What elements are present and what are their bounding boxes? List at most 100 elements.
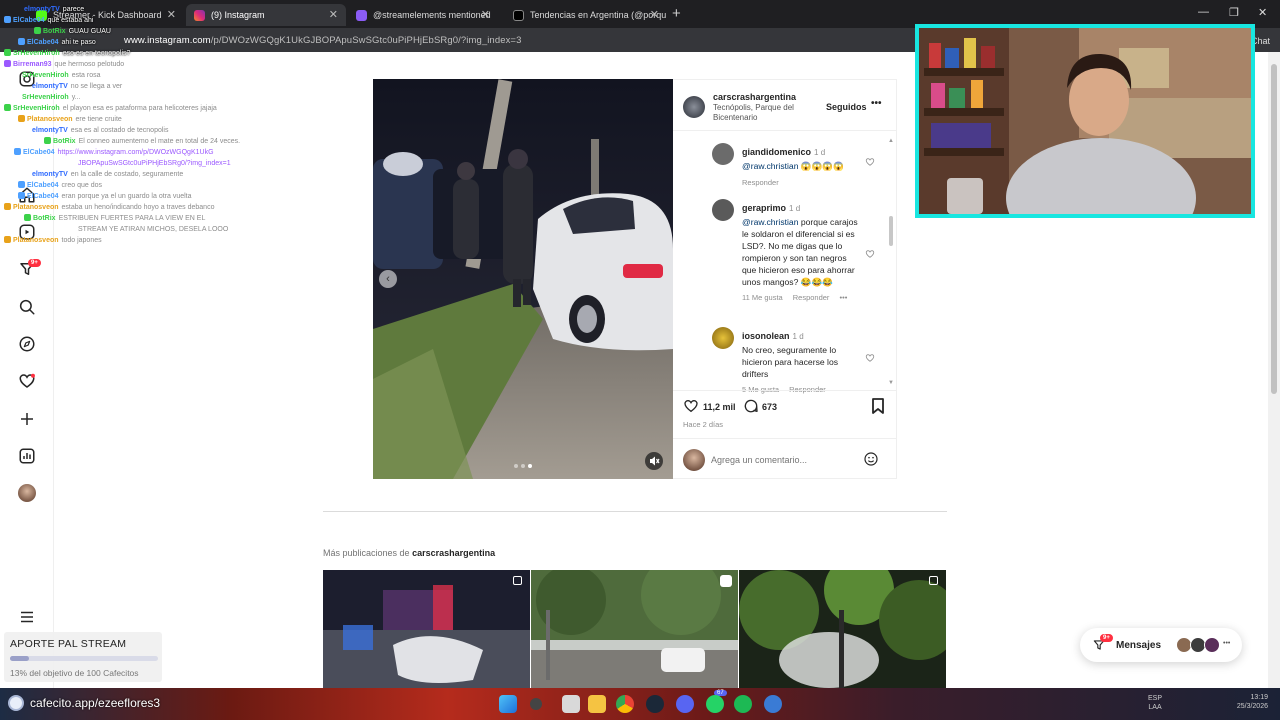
comment-username[interactable]: giandidomenico bbox=[742, 147, 811, 157]
chat-text: esta rosa bbox=[71, 72, 101, 79]
task-view-icon[interactable] bbox=[562, 695, 580, 713]
chat-message: SrHevenHiroh esta rosa bbox=[4, 70, 264, 81]
chrome-icon[interactable] bbox=[616, 695, 634, 713]
comment-mention[interactable]: @raw.christian bbox=[742, 217, 798, 227]
chat-message: JBOPApuSwSGtc0uPiPHjEbSRg0/?img_index=1 bbox=[4, 158, 264, 169]
comment-mention[interactable]: @raw.christian bbox=[742, 161, 798, 171]
clock-time: 13:19 bbox=[1250, 694, 1268, 701]
heart-icon[interactable] bbox=[18, 372, 36, 390]
comment-icon[interactable] bbox=[743, 398, 759, 414]
new-tab-icon[interactable]: + bbox=[672, 5, 681, 22]
chat-user: elmontyTV bbox=[32, 171, 68, 178]
comment-time: 1 d bbox=[789, 204, 801, 213]
create-icon[interactable] bbox=[18, 410, 36, 428]
more-menu-icon[interactable] bbox=[18, 608, 36, 626]
file-explorer-icon[interactable] bbox=[588, 695, 606, 713]
window-close-icon[interactable]: ✕ bbox=[1258, 6, 1267, 19]
app-icon[interactable] bbox=[764, 695, 782, 713]
comment-like-icon[interactable] bbox=[865, 154, 875, 166]
chat-user: BotRix bbox=[53, 138, 76, 145]
chat-user: ElCabe04 bbox=[27, 39, 59, 46]
comment-username[interactable]: geraprimo bbox=[742, 203, 786, 213]
messages-button[interactable]: 9+ Mensajes ••• bbox=[1080, 628, 1242, 662]
chat-text: ESTRIBUEN FUERTES PARA LA VIEW EN EL bbox=[58, 215, 206, 222]
whatsapp-icon[interactable] bbox=[706, 695, 724, 713]
chat-message: elmontyTV no se llega a ver bbox=[4, 81, 264, 92]
post-media[interactable]: ‹ bbox=[373, 79, 673, 479]
comment-reply-button[interactable]: Responder bbox=[793, 293, 830, 302]
mute-icon[interactable] bbox=[645, 452, 663, 470]
chat-user: ElCabe04 bbox=[27, 182, 59, 189]
comment-avatar[interactable] bbox=[712, 199, 734, 221]
comment-like-icon[interactable] bbox=[865, 350, 875, 362]
chat-message: SrHevenHiroh el playon esa es pataforma p… bbox=[4, 103, 264, 114]
more-post-thumbnail[interactable] bbox=[323, 570, 530, 688]
comment-count[interactable]: 673 bbox=[762, 402, 777, 412]
more-options-icon[interactable]: ••• bbox=[871, 98, 882, 109]
post-side-panel: carscrashargentina Tecnópolis, Parque de… bbox=[673, 79, 897, 479]
comment-like-icon[interactable] bbox=[865, 246, 875, 258]
comment-reply-button[interactable]: Responder bbox=[742, 178, 873, 187]
comment-likes[interactable]: 11 Me gusta bbox=[742, 293, 783, 302]
steam-icon[interactable] bbox=[646, 695, 664, 713]
comment-text: @raw.christian porque carajos le soldaro… bbox=[742, 216, 860, 288]
comment-username[interactable]: iosonolean bbox=[742, 331, 790, 341]
actions-divider bbox=[673, 390, 896, 391]
close-icon[interactable]: ✕ bbox=[481, 8, 490, 21]
tab-x-trends[interactable]: Tendencias en Argentina (@porqu ✕ bbox=[505, 4, 667, 26]
tab-label: @streamelements mentioned bbox=[373, 10, 491, 20]
comment-input[interactable] bbox=[711, 452, 861, 468]
like-button[interactable] bbox=[683, 398, 699, 414]
spotify-icon[interactable] bbox=[734, 695, 752, 713]
chat-text: no se llega a ver bbox=[70, 83, 123, 90]
comments-scrollbar[interactable]: ▲ ▼ bbox=[888, 138, 894, 388]
close-icon[interactable]: ✕ bbox=[329, 8, 338, 21]
more-post-thumbnail[interactable] bbox=[531, 570, 738, 688]
chat-message: Platanosveon estaba un heno/indicando hoy… bbox=[4, 202, 264, 213]
dashboard-icon[interactable] bbox=[18, 447, 36, 465]
emoji-icon[interactable] bbox=[863, 451, 879, 467]
chat-message: ElCabe04 https://www.instagram.com/p/DWOz… bbox=[4, 147, 264, 158]
messages-label: Mensajes bbox=[1116, 640, 1162, 651]
more-posts-user[interactable]: carscrashargentina bbox=[412, 548, 495, 558]
messages-badge: 9+ bbox=[1100, 634, 1113, 642]
page-scrollbar[interactable] bbox=[1268, 52, 1280, 688]
language-indicator[interactable]: ESP LAA bbox=[1148, 694, 1162, 712]
lang-bottom: LAA bbox=[1148, 704, 1162, 711]
comment-avatar[interactable] bbox=[712, 143, 734, 165]
cafecito-link: cafecito.app/ezeeflores3 bbox=[8, 692, 160, 714]
comment-item: giandidomenico 1 d @raw.christian 😱😱😱😱 Re… bbox=[712, 142, 873, 187]
more-post-thumbnail[interactable] bbox=[739, 570, 946, 688]
comment-more-icon[interactable]: ••• bbox=[839, 293, 847, 302]
header-divider bbox=[673, 130, 896, 131]
search-icon[interactable] bbox=[18, 298, 36, 316]
follow-status-button[interactable]: Seguidos bbox=[826, 102, 867, 112]
chat-message: elmontyTV parece bbox=[4, 4, 264, 15]
close-icon[interactable]: ✕ bbox=[650, 8, 659, 21]
chat-user: Platanosveon bbox=[13, 237, 59, 244]
chat-text: que estaba ahi bbox=[47, 17, 94, 24]
input-divider bbox=[673, 438, 896, 439]
author-username[interactable]: carscrashargentina bbox=[713, 92, 796, 102]
author-avatar[interactable] bbox=[683, 96, 705, 118]
cafecito-label: cafecito.app/ezeeflores3 bbox=[30, 696, 161, 710]
donation-subtitle: 13% del objetivo de 100 Cafecitos bbox=[10, 668, 139, 678]
post-location[interactable]: Tecnópolis, Parque del Bicentenario bbox=[713, 103, 803, 123]
save-bookmark-icon[interactable] bbox=[871, 398, 885, 414]
tab-streamelements[interactable]: @streamelements mentioned ✕ bbox=[348, 4, 498, 26]
discord-icon[interactable] bbox=[676, 695, 694, 713]
like-count[interactable]: 11,2 mil bbox=[703, 402, 736, 412]
maximize-icon[interactable]: ❐ bbox=[1229, 6, 1239, 19]
minimize-icon[interactable]: — bbox=[1198, 6, 1209, 18]
chat-text: el playon esa es pataforma para helicote… bbox=[62, 105, 217, 112]
profile-avatar-icon[interactable] bbox=[18, 484, 36, 502]
comment-avatar[interactable] bbox=[712, 327, 734, 349]
windows-start-icon[interactable] bbox=[499, 695, 517, 713]
reel-icon bbox=[720, 575, 732, 587]
carousel-prev-button[interactable]: ‹ bbox=[379, 270, 397, 288]
explore-icon[interactable] bbox=[18, 335, 36, 353]
page-scrollbar-thumb[interactable] bbox=[1271, 64, 1277, 394]
taskbar-clock[interactable]: 13:19 25/3/2026 bbox=[1237, 693, 1268, 711]
stream-chat-overlay: elmontyTV parece ElCabe04 que estaba ahi B… bbox=[4, 4, 264, 246]
search-taskbar-icon[interactable] bbox=[530, 698, 542, 710]
